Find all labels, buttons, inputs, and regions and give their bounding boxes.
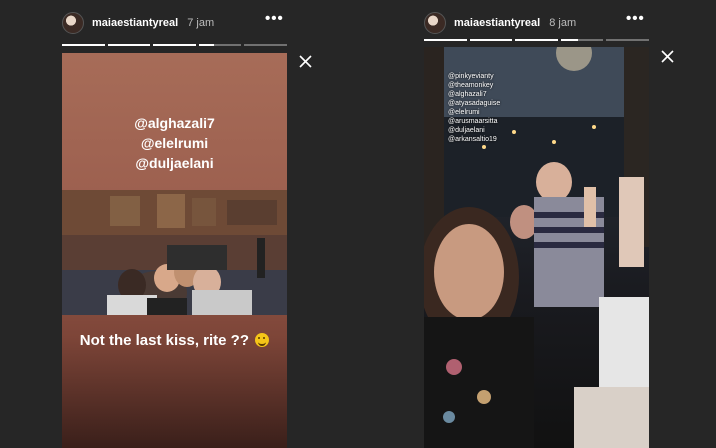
mention-tag[interactable]: @elelrumi [62,133,287,153]
mention-tag[interactable]: @alghazali7 [448,90,500,99]
progress-segment [469,39,513,41]
story-content[interactable]: @alghazali7 @elelrumi @duljaelani Not th… [62,53,287,448]
story-progress [424,39,649,41]
progress-segment [560,39,604,41]
progress-segment [153,44,196,46]
progress-segment [107,44,151,46]
story-header: maiaestiantyreal 8 jam [424,12,576,34]
mention-tag[interactable]: @atyasadaguise [448,99,500,108]
mention-tag[interactable]: @duljaelani [448,126,500,135]
story-viewer-left: maiaestiantyreal 7 jam ••• @alghazali7 @… [0,0,358,448]
story-caption: Not the last kiss, rite ?? [62,332,287,349]
close-icon[interactable] [661,50,674,63]
progress-segment [424,39,467,41]
mention-tag[interactable]: @arusmaarsitta [448,117,500,126]
mention-tag[interactable]: @elelrumi [448,108,500,117]
grinning-face-emoji [255,333,270,347]
mention-tags: @pinkyevianty @theamonkey @alghazali7 @a… [448,72,500,144]
mention-tag[interactable]: @pinkyevianty [448,72,500,81]
progress-segment [244,44,287,46]
story-photo [62,190,287,315]
mention-tag[interactable]: @theamonkey [448,81,500,90]
username[interactable]: maiaestiantyreal [92,17,178,29]
close-icon[interactable] [299,55,312,68]
story-content[interactable]: @pinkyevianty @theamonkey @alghazali7 @a… [424,47,649,448]
progress-segment [198,44,242,46]
story-time: 7 jam [187,17,215,29]
more-options-icon[interactable]: ••• [626,10,645,27]
mention-tag[interactable]: @arkansaltio19 [448,135,500,144]
story-time: 8 jam [549,17,577,29]
progress-segment [62,44,105,46]
progress-segment [515,39,558,41]
username[interactable]: maiaestiantyreal [454,17,540,29]
caption-text: Not the last kiss, rite ?? [79,332,250,349]
mention-tag[interactable]: @duljaelani [62,153,287,173]
avatar[interactable] [424,12,446,34]
mentions: @alghazali7 @elelrumi @duljaelani [62,113,287,173]
story-header: maiaestiantyreal 7 jam [62,12,214,34]
mention-tag[interactable]: @alghazali7 [62,113,287,133]
story-progress [62,44,287,46]
avatar[interactable] [62,12,84,34]
more-options-icon[interactable]: ••• [265,10,284,27]
progress-segment [606,39,649,41]
